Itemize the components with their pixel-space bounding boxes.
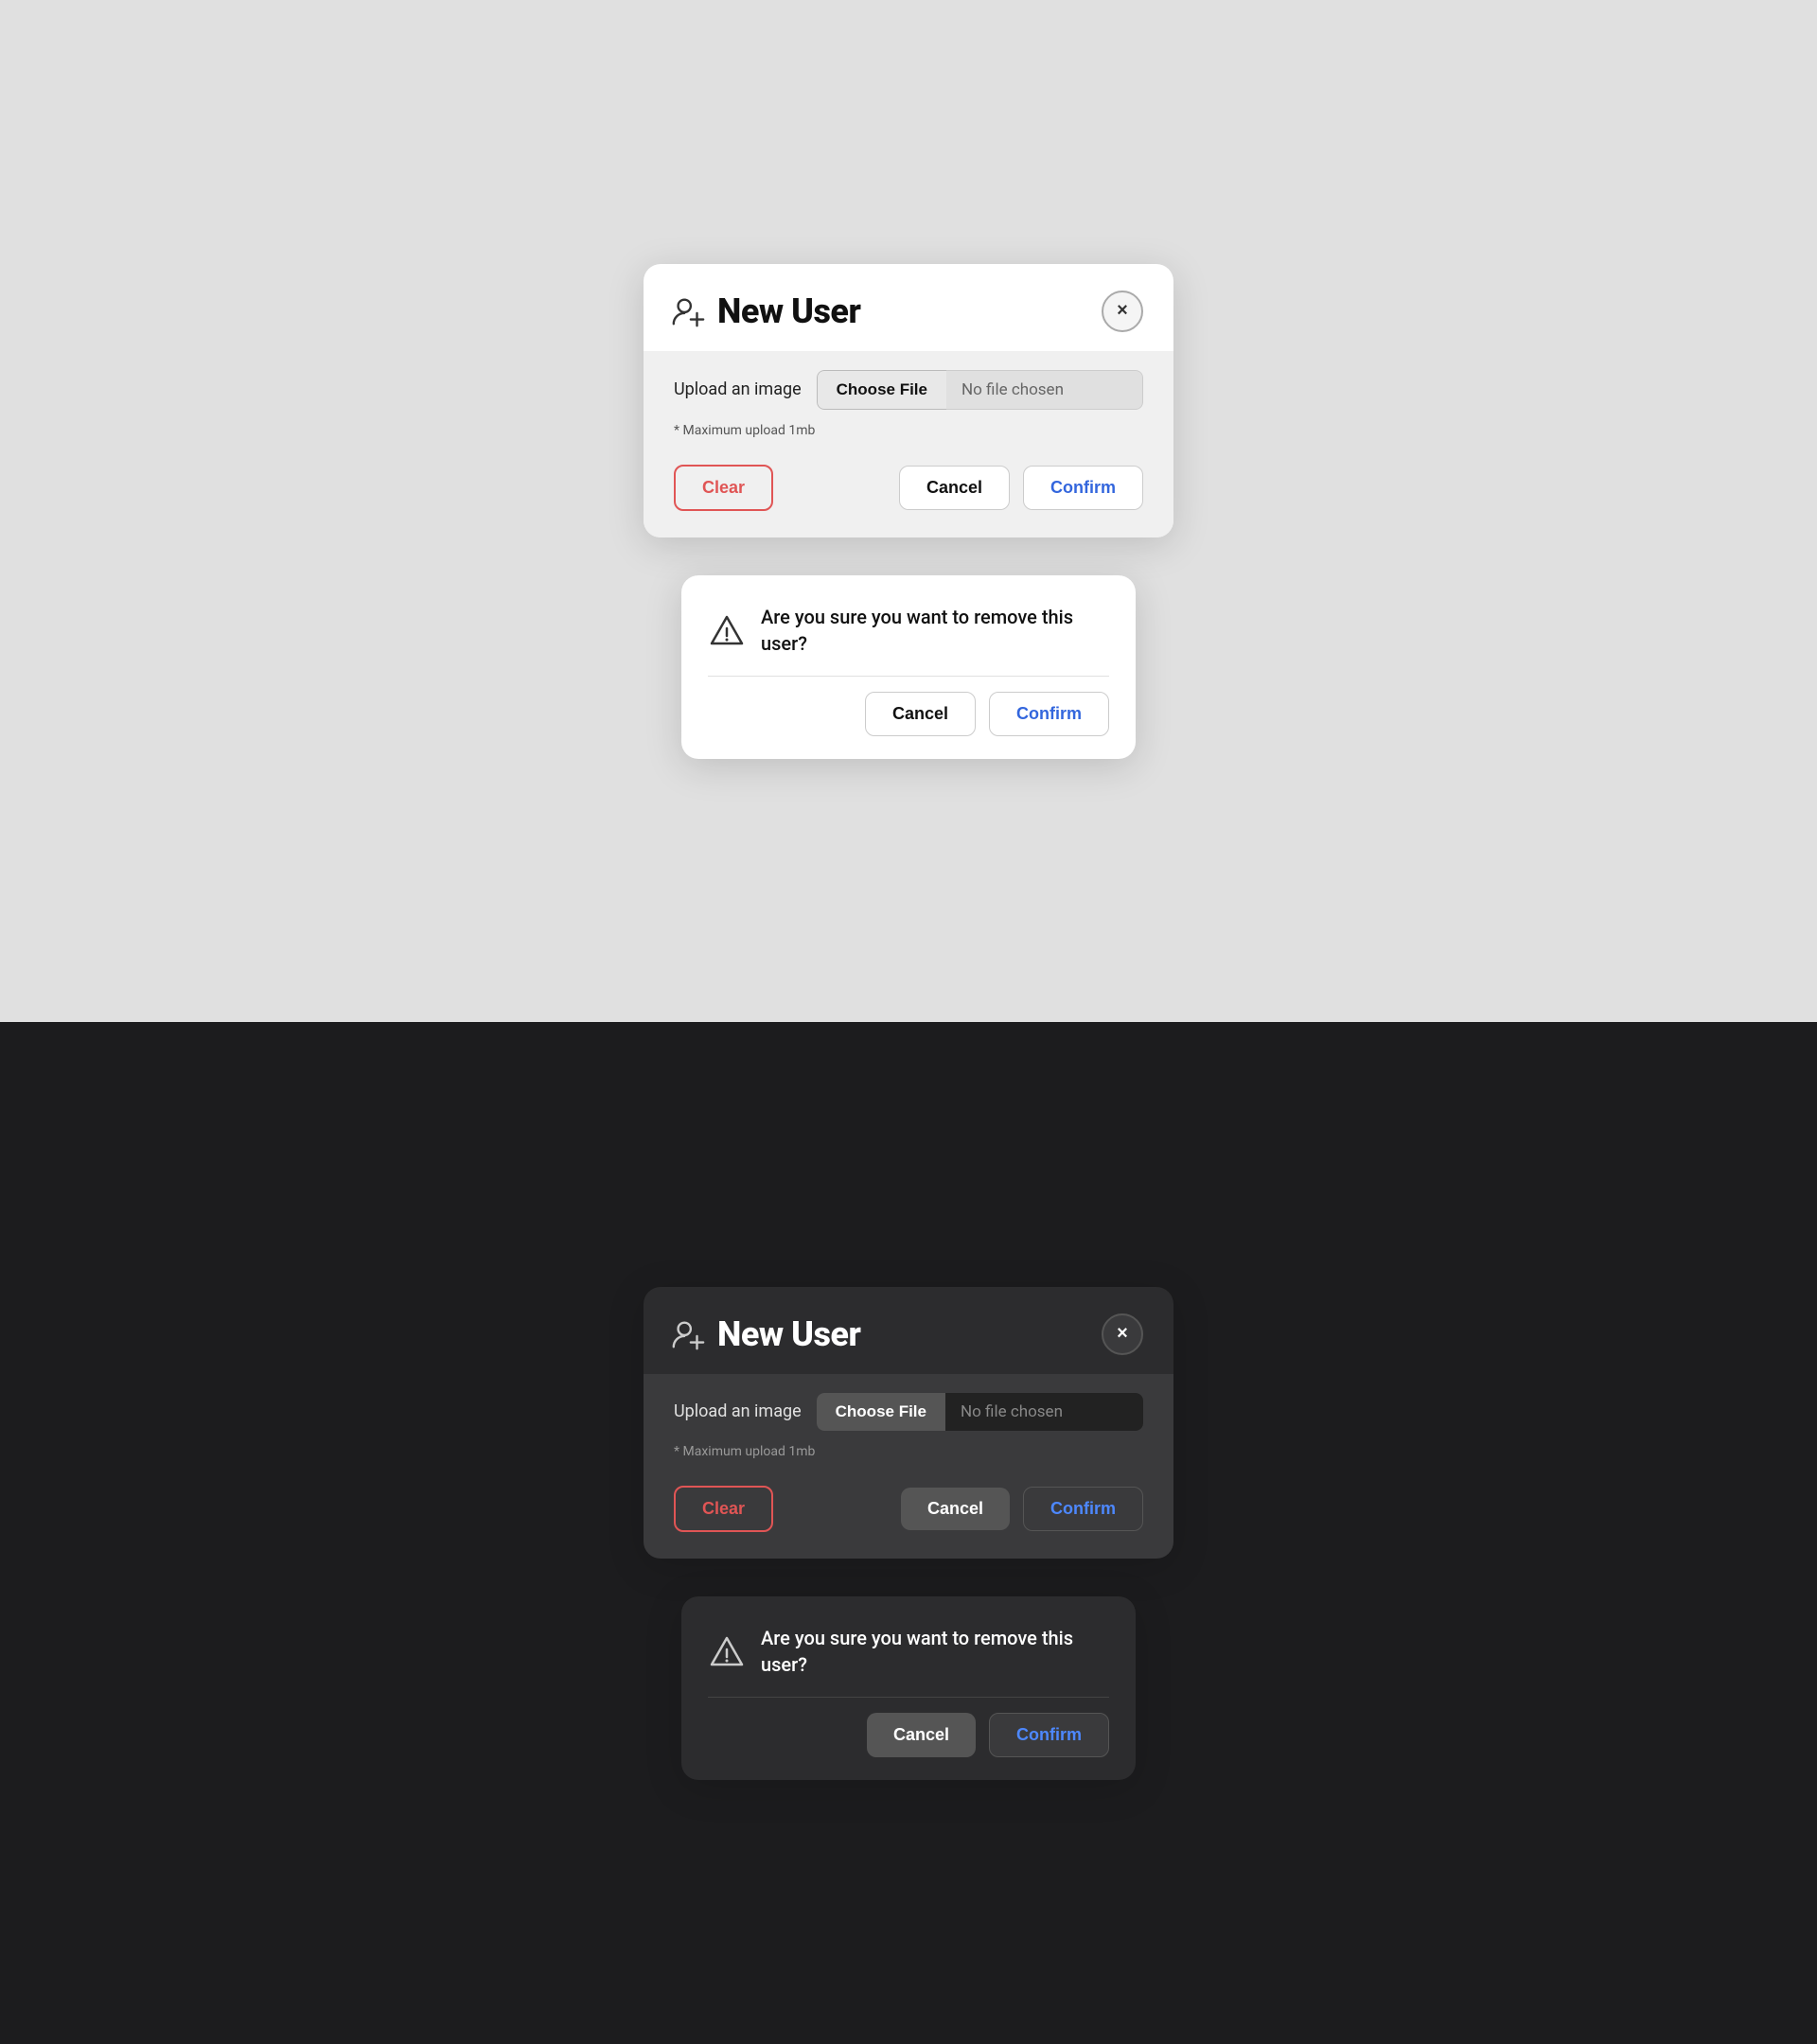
file-input-wrapper-light: Choose File No file chosen — [817, 370, 1143, 410]
upload-row-dark: Upload an image Choose File No file chos… — [674, 1393, 1143, 1431]
confirm-dialog-cancel-light[interactable]: Cancel — [865, 692, 976, 736]
max-upload-note-light: * Maximum upload 1mb — [674, 423, 1143, 438]
confirm-button-dark[interactable]: Confirm — [1023, 1487, 1143, 1531]
close-button-light[interactable]: × — [1102, 291, 1143, 332]
modal-body-dark: Upload an image Choose File No file chos… — [644, 1374, 1173, 1559]
no-file-label-dark: No file chosen — [945, 1393, 1143, 1431]
confirm-button-light[interactable]: Confirm — [1023, 466, 1143, 510]
user-plus-icon — [670, 293, 706, 329]
choose-file-button-light[interactable]: Choose File — [817, 370, 946, 410]
confirm-dialog-text-dark: Are you sure you want to remove this use… — [761, 1625, 1109, 1678]
no-file-label-light: No file chosen — [946, 370, 1143, 410]
modal-header-left: New User — [670, 291, 860, 331]
new-user-modal-light: New User × Upload an image Choose File N… — [644, 264, 1173, 537]
modal-title-dark: New User — [717, 1314, 860, 1354]
confirm-dialog-body-light: Are you sure you want to remove this use… — [681, 575, 1136, 676]
modal-header-left-dark: New User — [670, 1314, 860, 1354]
confirm-dialog-cancel-dark[interactable]: Cancel — [867, 1713, 976, 1757]
confirm-dialog-actions-dark: Cancel Confirm — [681, 1698, 1136, 1780]
user-plus-icon-dark — [670, 1316, 706, 1352]
warning-icon-dark — [708, 1632, 746, 1670]
close-button-dark[interactable]: × — [1102, 1313, 1143, 1355]
new-user-modal-dark: New User × Upload an image Choose File N… — [644, 1287, 1173, 1559]
confirm-dialog-confirm-light[interactable]: Confirm — [989, 692, 1109, 736]
warning-icon-light — [708, 611, 746, 649]
upload-label-dark: Upload an image — [674, 1401, 802, 1421]
confirm-dialog-text-light: Are you sure you want to remove this use… — [761, 604, 1109, 657]
confirm-dialog-confirm-dark[interactable]: Confirm — [989, 1713, 1109, 1757]
choose-file-button-dark[interactable]: Choose File — [817, 1393, 945, 1431]
modal-header-dark: New User × — [644, 1287, 1173, 1374]
confirm-dialog-body-dark: Are you sure you want to remove this use… — [681, 1596, 1136, 1697]
upload-row-light: Upload an image Choose File No file chos… — [674, 370, 1143, 410]
confirm-dialog-actions-light: Cancel Confirm — [681, 677, 1136, 759]
modal-header-light: New User × — [644, 264, 1173, 351]
modal-actions-light: Clear Cancel Confirm — [674, 465, 1143, 511]
upload-label-light: Upload an image — [674, 379, 802, 399]
cancel-button-light[interactable]: Cancel — [899, 466, 1010, 510]
modal-body-light: Upload an image Choose File No file chos… — [644, 351, 1173, 537]
modal-title-light: New User — [717, 291, 860, 331]
confirm-dialog-light: Are you sure you want to remove this use… — [681, 575, 1136, 759]
cancel-button-dark[interactable]: Cancel — [901, 1488, 1010, 1530]
clear-button-light[interactable]: Clear — [674, 465, 773, 511]
confirm-dialog-dark: Are you sure you want to remove this use… — [681, 1596, 1136, 1780]
light-section: New User × Upload an image Choose File N… — [0, 0, 1817, 1022]
dark-section: New User × Upload an image Choose File N… — [0, 1022, 1817, 2044]
clear-button-dark[interactable]: Clear — [674, 1486, 773, 1532]
max-upload-note-dark: * Maximum upload 1mb — [674, 1444, 1143, 1459]
file-input-wrapper-dark: Choose File No file chosen — [817, 1393, 1143, 1431]
modal-actions-dark: Clear Cancel Confirm — [674, 1486, 1143, 1532]
